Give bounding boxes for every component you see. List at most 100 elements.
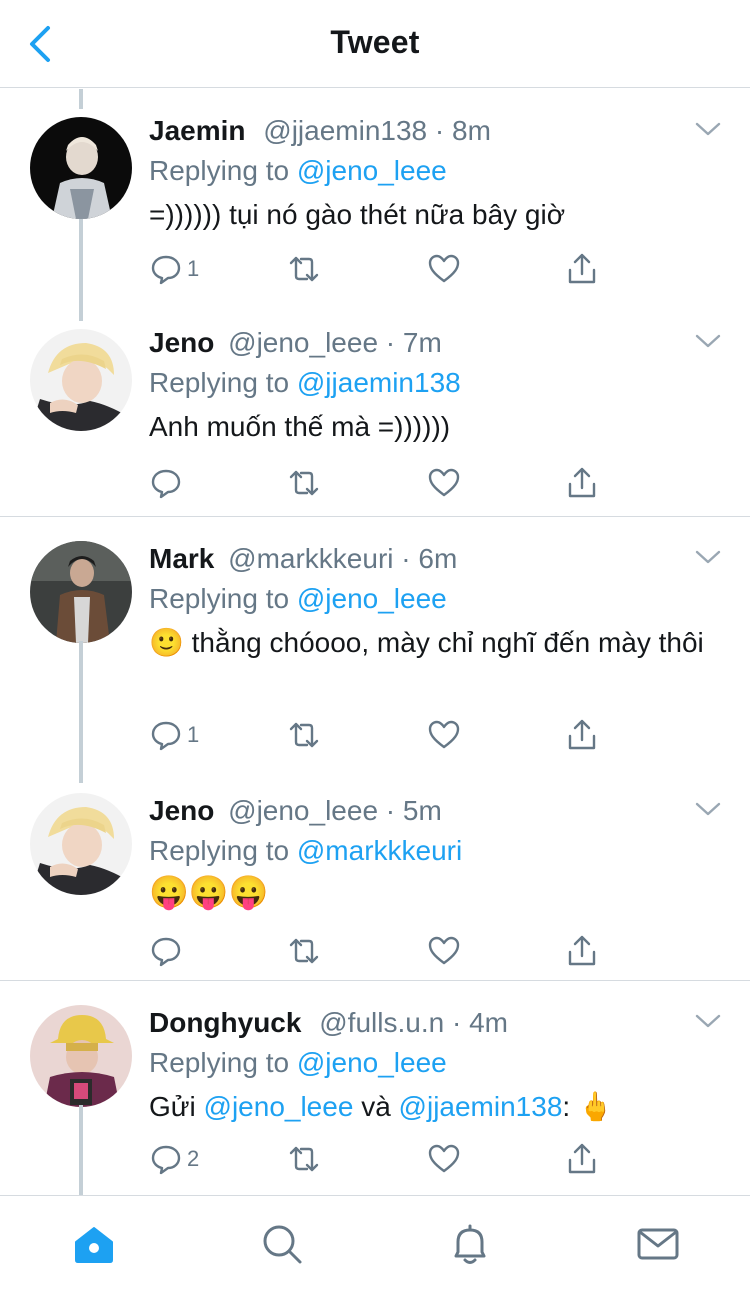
- username[interactable]: @jjaemin138: [263, 115, 427, 146]
- username[interactable]: @markkkeuri: [228, 543, 393, 574]
- home-icon: [75, 1227, 113, 1263]
- tweet-menu-button[interactable]: [694, 543, 722, 571]
- tweet-menu-button[interactable]: [694, 327, 722, 355]
- replying-to: Replying to @jeno_leee: [149, 1045, 447, 1081]
- replying-to: Replying to @jeno_leee: [149, 153, 447, 189]
- tweet-menu-button[interactable]: [694, 1007, 722, 1035]
- tab-home[interactable]: [70, 1220, 118, 1268]
- tweet-item[interactable]: Donghyuck @fulls.u.n · 4m Replying to @j…: [0, 981, 750, 1195]
- tab-messages[interactable]: [634, 1220, 682, 1268]
- separator-dot: ·: [401, 543, 411, 574]
- timestamp: 5m: [402, 795, 442, 826]
- mention-link[interactable]: @jjaemin138: [297, 367, 461, 398]
- share-button[interactable]: [565, 247, 599, 291]
- avatar[interactable]: [30, 117, 132, 219]
- timestamp: 6m: [418, 543, 458, 574]
- tweet-thread[interactable]: Jaemin @jjaemin138 · 8m Replying to @jen…: [0, 89, 750, 1195]
- reply-icon: [151, 469, 181, 499]
- reply-button[interactable]: 1: [149, 713, 199, 757]
- heart-icon: [428, 254, 460, 283]
- replying-to-label: Replying to: [149, 155, 290, 186]
- share-button[interactable]: [565, 713, 599, 757]
- avatar[interactable]: [30, 1005, 132, 1107]
- mention-link[interactable]: @jeno_leee: [204, 1091, 354, 1122]
- avatar[interactable]: [30, 541, 132, 643]
- replying-to: Replying to @markkkeuri: [149, 833, 462, 869]
- tweet-actions: [149, 461, 619, 505]
- tab-notifications[interactable]: [446, 1220, 494, 1268]
- separator-dot: ·: [385, 327, 396, 358]
- share-button[interactable]: [565, 929, 599, 973]
- reply-button[interactable]: 1: [149, 247, 199, 291]
- share-icon: [568, 467, 596, 498]
- username[interactable]: @jeno_leee: [228, 327, 378, 358]
- tweet-header: Donghyuck @fulls.u.n · 4m: [149, 1005, 508, 1041]
- mention-link[interactable]: @markkkeuri: [297, 835, 462, 866]
- like-button[interactable]: [427, 461, 461, 505]
- reply-button[interactable]: 2: [149, 1137, 199, 1181]
- share-button[interactable]: [565, 1137, 599, 1181]
- tweet-text: Gửi @jeno_leee và @jjaemin138: 🖕: [149, 1087, 719, 1126]
- display-name[interactable]: Jeno: [149, 795, 214, 826]
- separator-dot: ·: [451, 1007, 462, 1038]
- chevron-down-icon: [695, 122, 721, 136]
- retweet-button[interactable]: [287, 929, 321, 973]
- thread-connector: [79, 1105, 83, 1195]
- mention-link[interactable]: @jeno_leee: [297, 1047, 447, 1078]
- like-button[interactable]: [427, 929, 461, 973]
- emoji: 🖕: [577, 1091, 613, 1122]
- retweet-button[interactable]: [287, 461, 321, 505]
- display-name[interactable]: Donghyuck: [149, 1007, 301, 1038]
- display-name[interactable]: Jeno: [149, 327, 214, 358]
- retweet-icon: [289, 256, 319, 282]
- tweet-text: 😛😛😛: [149, 874, 269, 910]
- retweet-button[interactable]: [287, 1137, 321, 1181]
- tweet-actions: 1: [149, 713, 619, 757]
- mention-link[interactable]: @jjaemin138: [399, 1091, 563, 1122]
- heart-icon: [428, 468, 460, 497]
- tweet-menu-button[interactable]: [694, 115, 722, 143]
- reply-icon: [151, 937, 181, 967]
- display-name[interactable]: Jaemin: [149, 115, 246, 146]
- tweet-item[interactable]: Mark @markkkeuri · 6m Replying to @jeno_…: [0, 517, 750, 769]
- reply-icon: [151, 721, 181, 751]
- tweet-item[interactable]: Jeno @jeno_leee · 7m Replying to @jjaemi…: [0, 301, 750, 516]
- separator-dot: ·: [385, 795, 396, 826]
- reply-button[interactable]: [149, 461, 187, 505]
- display-name[interactable]: Mark: [149, 543, 214, 574]
- tweet-item[interactable]: Jaemin @jjaemin138 · 8m Replying to @jen…: [0, 89, 750, 301]
- share-button[interactable]: [565, 461, 599, 505]
- heart-icon: [428, 1144, 460, 1173]
- notifications-icon: [454, 1224, 486, 1264]
- reply-button[interactable]: [149, 929, 187, 973]
- retweet-button[interactable]: [287, 713, 321, 757]
- mention-link[interactable]: @jeno_leee: [297, 583, 447, 614]
- mention-link[interactable]: @jeno_leee: [297, 155, 447, 186]
- tweet-text-content: thằng chóooo, mày chỉ nghĩ đến mày thôi: [191, 627, 704, 658]
- like-button[interactable]: [427, 247, 461, 291]
- replying-to-label: Replying to: [149, 835, 290, 866]
- tweet-header: Jeno @jeno_leee · 5m: [149, 793, 442, 829]
- tab-search[interactable]: [258, 1220, 306, 1268]
- replying-to-label: Replying to: [149, 367, 290, 398]
- retweet-icon: [289, 722, 319, 748]
- timestamp: 8m: [452, 115, 491, 146]
- top-nav-bar: Tweet: [0, 0, 750, 88]
- username[interactable]: @fulls.u.n: [319, 1007, 444, 1038]
- reply-count: 1: [187, 722, 200, 747]
- like-button[interactable]: [427, 713, 461, 757]
- tweet-actions: [149, 929, 619, 973]
- tweet-text: Anh muốn thế mà =)))))): [149, 411, 451, 442]
- tweet-menu-button[interactable]: [694, 795, 722, 823]
- like-button[interactable]: [427, 1137, 461, 1181]
- share-icon: [568, 253, 596, 284]
- username[interactable]: @jeno_leee: [228, 795, 378, 826]
- retweet-button[interactable]: [287, 247, 321, 291]
- tweet-item[interactable]: Jeno @jeno_leee · 5m Replying to @markkk…: [0, 769, 750, 980]
- timestamp: 7m: [402, 327, 442, 358]
- replying-to-label: Replying to: [149, 1047, 290, 1078]
- separator-dot: ·: [434, 115, 445, 146]
- share-icon: [568, 1143, 596, 1174]
- avatar[interactable]: [30, 793, 132, 895]
- avatar[interactable]: [30, 329, 132, 431]
